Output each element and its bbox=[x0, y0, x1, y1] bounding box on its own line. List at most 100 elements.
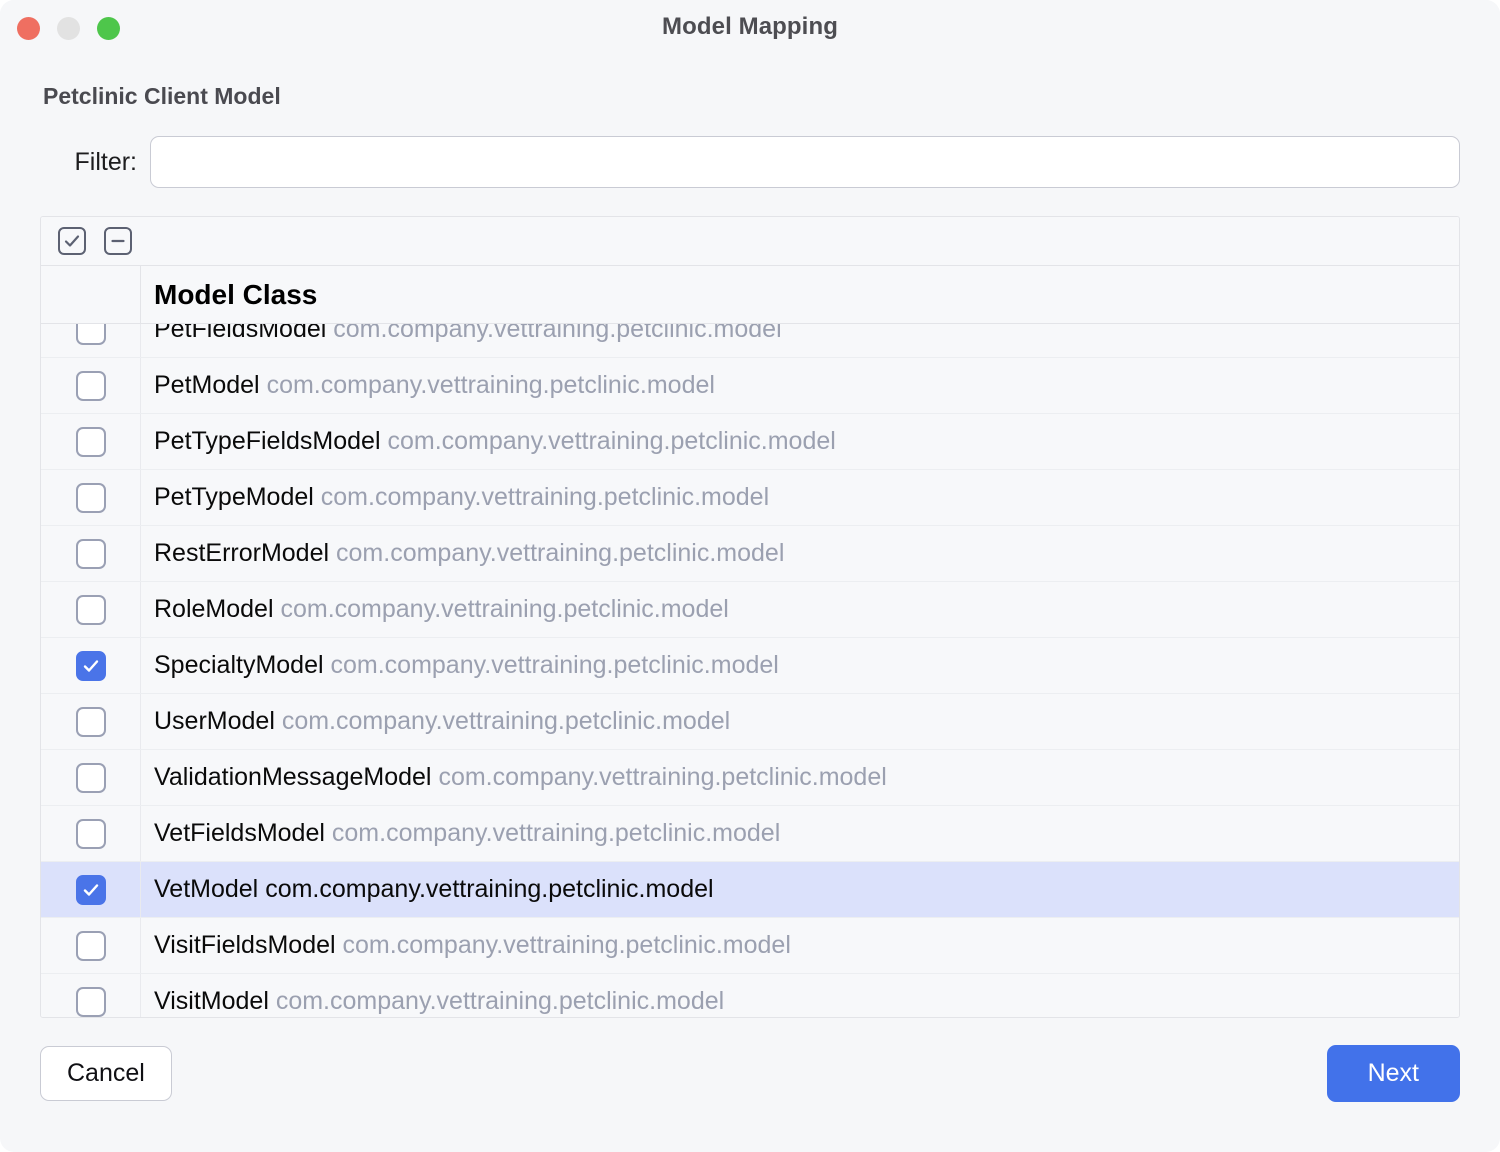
table-row[interactable]: UserModel com.company.vettraining.petcli… bbox=[41, 694, 1459, 750]
table-rows: PetFieldsModel com.company.vettraining.p… bbox=[41, 324, 1459, 1018]
model-class-package: com.company.vettraining.petclinic.model bbox=[282, 707, 730, 735]
model-class-package: com.company.vettraining.petclinic.model bbox=[387, 427, 835, 455]
title-bar: Model Mapping bbox=[0, 0, 1500, 58]
row-model-class: VisitFieldsModel com.company.vettraining… bbox=[141, 931, 1459, 960]
row-checkbox-cell[interactable] bbox=[41, 638, 141, 693]
table-rows-viewport[interactable]: PetFieldsModel com.company.vettraining.p… bbox=[41, 324, 1459, 1018]
table-row[interactable]: VetFieldsModel com.company.vettraining.p… bbox=[41, 806, 1459, 862]
model-class-package: com.company.vettraining.petclinic.model bbox=[336, 539, 784, 567]
check-icon bbox=[81, 656, 101, 676]
table-row[interactable]: PetModel com.company.vettraining.petclin… bbox=[41, 358, 1459, 414]
checkbox-checked[interactable] bbox=[76, 875, 106, 905]
row-checkbox-cell[interactable] bbox=[41, 324, 141, 357]
model-class-name: VisitModel bbox=[154, 987, 269, 1015]
checkbox-unchecked[interactable] bbox=[76, 371, 106, 401]
deselect-all-button[interactable] bbox=[104, 227, 132, 255]
checkbox-unchecked[interactable] bbox=[76, 595, 106, 625]
row-checkbox-cell[interactable] bbox=[41, 526, 141, 581]
minus-square-icon bbox=[109, 232, 127, 250]
table-header-row: Model Class bbox=[41, 266, 1459, 324]
table-header-model-class: Model Class bbox=[141, 279, 1459, 311]
checkbox-unchecked[interactable] bbox=[76, 763, 106, 793]
row-model-class: SpecialtyModel com.company.vettraining.p… bbox=[141, 651, 1459, 680]
model-class-name: UserModel bbox=[154, 707, 275, 735]
model-class-package: com.company.vettraining.petclinic.model bbox=[276, 987, 724, 1015]
row-checkbox-cell[interactable] bbox=[41, 358, 141, 413]
check-square-icon bbox=[63, 232, 81, 250]
model-class-table: Model Class PetFieldsModel com.company.v… bbox=[40, 216, 1460, 1018]
model-class-name: SpecialtyModel bbox=[154, 651, 324, 679]
dialog-footer: Cancel Next bbox=[0, 1045, 1500, 1102]
checkbox-unchecked[interactable] bbox=[76, 539, 106, 569]
table-row[interactable]: PetTypeFieldsModel com.company.vettraini… bbox=[41, 414, 1459, 470]
filter-input[interactable] bbox=[150, 136, 1460, 188]
row-model-class: PetTypeModel com.company.vettraining.pet… bbox=[141, 483, 1459, 512]
row-checkbox-cell[interactable] bbox=[41, 582, 141, 637]
table-row[interactable]: VisitFieldsModel com.company.vettraining… bbox=[41, 918, 1459, 974]
model-class-name: PetTypeFieldsModel bbox=[154, 427, 381, 455]
table-row[interactable]: SpecialtyModel com.company.vettraining.p… bbox=[41, 638, 1459, 694]
table-row[interactable]: RestErrorModel com.company.vettraining.p… bbox=[41, 526, 1459, 582]
row-checkbox-cell[interactable] bbox=[41, 414, 141, 469]
model-class-name: PetTypeModel bbox=[154, 483, 314, 511]
row-checkbox-cell[interactable] bbox=[41, 862, 141, 917]
row-model-class: PetModel com.company.vettraining.petclin… bbox=[141, 371, 1459, 400]
page-title: Petclinic Client Model bbox=[43, 83, 1460, 110]
row-checkbox-cell[interactable] bbox=[41, 918, 141, 973]
row-model-class: RoleModel com.company.vettraining.petcli… bbox=[141, 595, 1459, 624]
checkbox-unchecked[interactable] bbox=[76, 987, 106, 1017]
row-checkbox-cell[interactable] bbox=[41, 694, 141, 749]
row-checkbox-cell[interactable] bbox=[41, 806, 141, 861]
model-class-package: com.company.vettraining.petclinic.model bbox=[265, 875, 713, 903]
model-class-name: VetModel bbox=[154, 875, 258, 903]
filter-label: Filter: bbox=[40, 148, 150, 177]
table-row[interactable]: VetModel com.company.vettraining.petclin… bbox=[41, 862, 1459, 918]
model-class-package: com.company.vettraining.petclinic.model bbox=[332, 819, 780, 847]
checkbox-unchecked[interactable] bbox=[76, 427, 106, 457]
table-row[interactable]: PetTypeModel com.company.vettraining.pet… bbox=[41, 470, 1459, 526]
row-model-class: ValidationMessageModel com.company.vettr… bbox=[141, 763, 1459, 792]
row-model-class: PetTypeFieldsModel com.company.vettraini… bbox=[141, 427, 1459, 456]
table-header-checkbox-column bbox=[41, 266, 141, 323]
model-class-name: RoleModel bbox=[154, 595, 274, 623]
checkbox-checked[interactable] bbox=[76, 651, 106, 681]
model-class-name: PetFieldsModel bbox=[154, 324, 326, 343]
model-class-package: com.company.vettraining.petclinic.model bbox=[321, 483, 769, 511]
checkbox-unchecked[interactable] bbox=[76, 324, 106, 345]
window-title: Model Mapping bbox=[0, 13, 1500, 41]
checkbox-unchecked[interactable] bbox=[76, 483, 106, 513]
model-class-package: com.company.vettraining.petclinic.model bbox=[438, 763, 886, 791]
checkbox-unchecked[interactable] bbox=[76, 931, 106, 961]
table-row[interactable]: VisitModel com.company.vettraining.petcl… bbox=[41, 974, 1459, 1018]
row-model-class: VetModel com.company.vettraining.petclin… bbox=[141, 875, 1459, 904]
model-class-package: com.company.vettraining.petclinic.model bbox=[330, 651, 778, 679]
row-model-class: VisitModel com.company.vettraining.petcl… bbox=[141, 987, 1459, 1016]
dialog-content: Petclinic Client Model Filter: bbox=[0, 83, 1500, 1018]
row-checkbox-cell[interactable] bbox=[41, 750, 141, 805]
select-all-button[interactable] bbox=[58, 227, 86, 255]
model-class-package: com.company.vettraining.petclinic.model bbox=[333, 324, 781, 343]
row-model-class: RestErrorModel com.company.vettraining.p… bbox=[141, 539, 1459, 568]
next-button[interactable]: Next bbox=[1327, 1045, 1460, 1102]
table-row[interactable]: RoleModel com.company.vettraining.petcli… bbox=[41, 582, 1459, 638]
filter-row: Filter: bbox=[40, 136, 1460, 188]
checkbox-unchecked[interactable] bbox=[76, 707, 106, 737]
row-model-class: UserModel com.company.vettraining.petcli… bbox=[141, 707, 1459, 736]
model-class-name: PetModel bbox=[154, 371, 260, 399]
model-class-name: ValidationMessageModel bbox=[154, 763, 431, 791]
model-class-name: RestErrorModel bbox=[154, 539, 329, 567]
model-class-name: VisitFieldsModel bbox=[154, 931, 336, 959]
check-icon bbox=[81, 880, 101, 900]
model-class-package: com.company.vettraining.petclinic.model bbox=[267, 371, 715, 399]
model-class-name: VetFieldsModel bbox=[154, 819, 325, 847]
model-class-package: com.company.vettraining.petclinic.model bbox=[343, 931, 791, 959]
model-class-package: com.company.vettraining.petclinic.model bbox=[280, 595, 728, 623]
table-row[interactable]: ValidationMessageModel com.company.vettr… bbox=[41, 750, 1459, 806]
row-model-class: VetFieldsModel com.company.vettraining.p… bbox=[141, 819, 1459, 848]
cancel-button[interactable]: Cancel bbox=[40, 1046, 172, 1101]
row-checkbox-cell[interactable] bbox=[41, 470, 141, 525]
table-toolbar bbox=[41, 217, 1459, 266]
row-checkbox-cell[interactable] bbox=[41, 974, 141, 1018]
checkbox-unchecked[interactable] bbox=[76, 819, 106, 849]
table-row[interactable]: PetFieldsModel com.company.vettraining.p… bbox=[41, 324, 1459, 358]
